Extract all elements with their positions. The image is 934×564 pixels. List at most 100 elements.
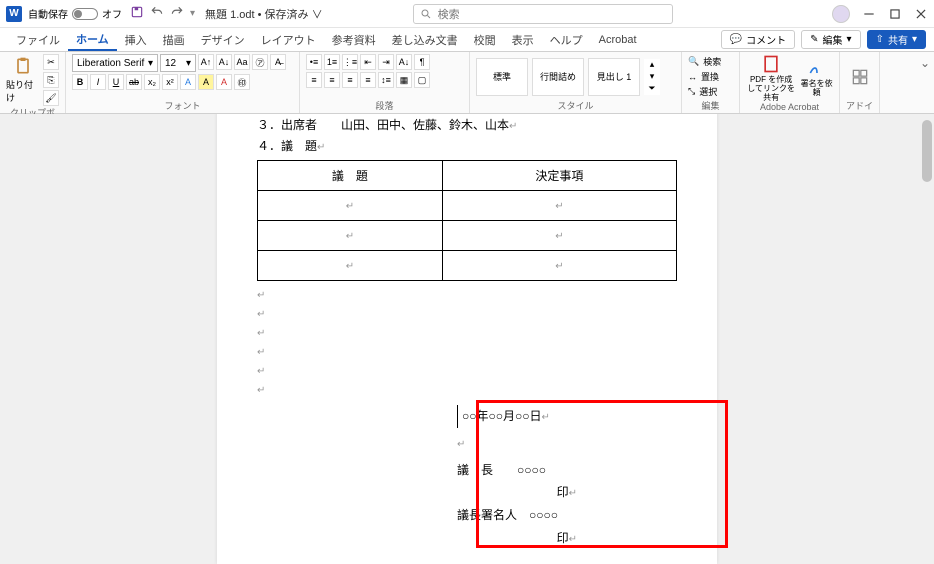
numbering-icon[interactable]: 1≡ [324, 54, 340, 70]
styles-scroll-down-icon[interactable]: ▾ [644, 71, 660, 83]
tab-acrobat[interactable]: Acrobat [591, 28, 645, 51]
maximize-icon[interactable] [888, 7, 902, 21]
table-header-1[interactable]: 議 題 [258, 161, 443, 191]
highlight-icon[interactable]: A [198, 74, 214, 90]
tab-mailings[interactable]: 差し込み文書 [384, 28, 466, 51]
font-color-icon[interactable]: A [216, 74, 232, 90]
search-icon: 🔍 [688, 56, 699, 67]
table-cell[interactable]: ↵ [442, 221, 676, 251]
format-painter-icon[interactable]: 🖌 [43, 90, 59, 106]
chair-line[interactable]: 議 長 ○○○○ [457, 459, 677, 482]
shrink-font-icon[interactable]: A↓ [216, 54, 232, 70]
strike-button[interactable]: ab [126, 74, 142, 90]
styles-expand-icon[interactable]: ⏷ [644, 83, 660, 95]
signature-icon [807, 58, 827, 78]
phonetic-guide-icon[interactable]: ㋐ [252, 54, 268, 70]
superscript-button[interactable]: x² [162, 74, 178, 90]
align-center-icon[interactable]: ≡ [324, 72, 340, 88]
search-icon [420, 8, 432, 20]
text-effects-icon[interactable]: A [180, 74, 196, 90]
style-normal[interactable]: 標準 [476, 58, 528, 96]
comment-button[interactable]: 💬コメント [721, 30, 795, 49]
change-case-icon[interactable]: Aa [234, 54, 250, 70]
tab-help[interactable]: ヘルプ [542, 28, 591, 51]
sort-icon[interactable]: A↓ [396, 54, 412, 70]
style-heading1[interactable]: 見出し 1 [588, 58, 640, 96]
save-icon[interactable] [130, 5, 144, 22]
bullets-icon[interactable]: •≡ [306, 54, 322, 70]
replace-button[interactable]: ↔置換 [688, 70, 721, 83]
justify-icon[interactable]: ≡ [360, 72, 376, 88]
vertical-scrollbar[interactable] [920, 114, 934, 564]
select-button[interactable]: ⤡選択 [688, 85, 721, 98]
align-left-icon[interactable]: ≡ [306, 72, 322, 88]
paste-button[interactable]: 貼り付け [6, 56, 39, 104]
subscript-button[interactable]: x₂ [144, 74, 160, 90]
seal-line-2[interactable]: 印↵ [457, 527, 577, 550]
table-cell[interactable]: ↵ [258, 251, 443, 281]
tab-design[interactable]: デザイン [193, 28, 253, 51]
search-input[interactable]: 検索 [413, 4, 673, 24]
find-button[interactable]: 🔍検索 [688, 55, 721, 68]
comment-icon: 💬 [730, 34, 742, 45]
tab-file[interactable]: ファイル [8, 28, 68, 51]
redo-icon[interactable] [170, 5, 184, 22]
copy-icon[interactable]: ⎘ [43, 72, 59, 88]
tab-references[interactable]: 参考資料 [324, 28, 384, 51]
line-spacing-icon[interactable]: ↕≡ [378, 72, 394, 88]
seal-line[interactable]: 印↵ [457, 481, 577, 504]
enclose-char-icon[interactable]: ㊞ [234, 74, 250, 90]
style-nospacing[interactable]: 行間詰め [532, 58, 584, 96]
signer-line[interactable]: 議長署名人 ○○○○ [457, 504, 677, 527]
minimize-icon[interactable] [862, 7, 876, 21]
decrease-indent-icon[interactable]: ⇤ [360, 54, 376, 70]
tab-layout[interactable]: レイアウト [253, 28, 324, 51]
tab-home[interactable]: ホーム [68, 28, 117, 51]
close-icon[interactable] [914, 7, 928, 21]
agenda-table[interactable]: 議 題決定事項 ↵↵ ↵↵ ↵↵ [257, 160, 677, 281]
underline-button[interactable]: U [108, 74, 124, 90]
italic-button[interactable]: I [90, 74, 106, 90]
tab-insert[interactable]: 挿入 [117, 28, 155, 51]
document-canvas[interactable]: ３．出席者 山田、田中、佐藤、鈴木、山本↵ ４．議 題↵ 議 題決定事項 ↵↵ … [0, 114, 934, 564]
styles-scroll-up-icon[interactable]: ▴ [644, 59, 660, 71]
grow-font-icon[interactable]: A↑ [198, 54, 214, 70]
align-right-icon[interactable]: ≡ [342, 72, 358, 88]
tab-view[interactable]: 表示 [504, 28, 542, 51]
shading-icon[interactable]: ▦ [396, 72, 412, 88]
font-name-combo[interactable]: Liberation Serif▾ [72, 54, 158, 72]
word-app-icon: W [6, 6, 22, 22]
table-cell[interactable]: ↵ [258, 191, 443, 221]
page[interactable]: ３．出席者 山田、田中、佐藤、鈴木、山本↵ ４．議 題↵ 議 題決定事項 ↵↵ … [217, 114, 717, 564]
user-avatar[interactable] [832, 5, 850, 23]
table-cell[interactable]: ↵ [442, 251, 676, 281]
table-cell[interactable]: ↵ [258, 221, 443, 251]
bold-button[interactable]: B [72, 74, 88, 90]
share-button[interactable]: ⇧共有▾ [867, 30, 926, 49]
tab-review[interactable]: 校閲 [466, 28, 504, 51]
increase-indent-icon[interactable]: ⇥ [378, 54, 394, 70]
date-line[interactable]: ○○年○○月○○日↵ [457, 405, 550, 428]
document-title[interactable]: 無題 1.odt • 保存済み ∨ [205, 6, 323, 22]
ribbon-collapse-icon[interactable]: ⌄ [920, 56, 930, 70]
qat-overflow[interactable]: ▾ [190, 8, 195, 19]
multilevel-icon[interactable]: ⋮≡ [342, 54, 358, 70]
clear-format-icon[interactable]: A̶ [270, 54, 286, 70]
editing-mode-button[interactable]: ✎編集▾ [801, 30, 860, 49]
show-marks-icon[interactable]: ¶ [414, 54, 430, 70]
undo-icon[interactable] [150, 5, 164, 22]
table-cell[interactable]: ↵ [442, 191, 676, 221]
cut-icon[interactable]: ✂ [43, 54, 59, 70]
request-signature-button[interactable]: 署名を依頼 [800, 58, 833, 98]
pdf-create-button[interactable]: PDF を作成してリンクを共有 [746, 54, 796, 102]
scrollbar-thumb[interactable] [922, 120, 932, 182]
font-size-combo[interactable]: 12▾ [160, 54, 196, 72]
tab-draw[interactable]: 描画 [155, 28, 193, 51]
autosave-toggle[interactable]: 自動保存 オフ [28, 6, 122, 21]
table-header-2[interactable]: 決定事項 [442, 161, 676, 191]
addins-icon [850, 67, 870, 87]
borders-icon[interactable]: ▢ [414, 72, 430, 88]
cursor-icon: ⤡ [688, 86, 695, 97]
group-label-acrobat: Adobe Acrobat [746, 102, 833, 112]
addins-button[interactable] [846, 67, 873, 87]
